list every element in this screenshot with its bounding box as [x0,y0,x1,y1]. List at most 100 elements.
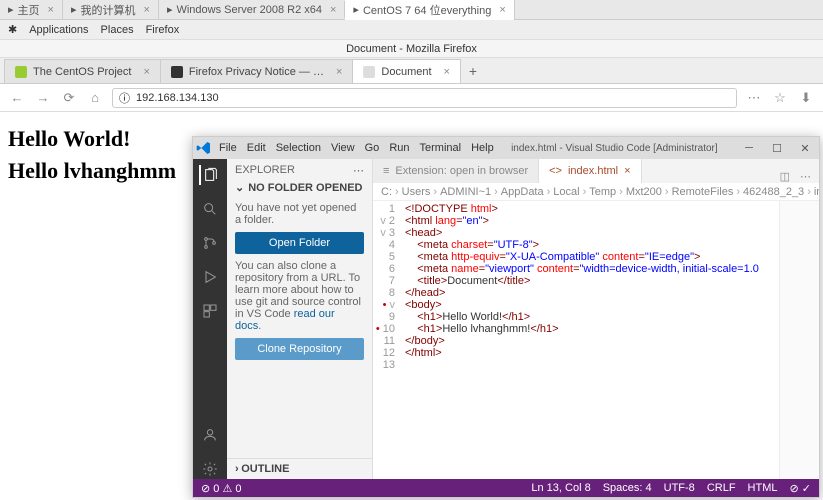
explorer-icon[interactable] [199,165,219,185]
outline-section[interactable]: › OUTLINE [227,458,372,479]
breadcrumb-item[interactable]: Local [553,186,579,198]
split-editor-icon[interactable]: ◫ [780,170,790,183]
code-editor[interactable]: 1v 2v 345678• v 9• 10111213 <!DOCTYPE ht… [373,201,819,479]
reload-button[interactable]: ⟳ [60,89,78,107]
line-gutter: 1v 2v 345678• v 9• 10111213 [373,201,401,479]
breadcrumb-item[interactable]: RemoteFiles [672,186,734,198]
minimize-button[interactable]: ─ [735,137,763,159]
status-feedback[interactable]: ⊘ ✓ [790,482,812,495]
firefox-toolbar: ← → ⟳ ⌂ ⓘ ⋯ ☆ ⬇ [0,84,823,112]
status-bar: ⊘ 0 ⚠ 0 Ln 13, Col 8 Spaces: 4 UTF-8 CRL… [193,479,819,497]
vscode-logo-icon [193,140,215,156]
status-eol[interactable]: CRLF [707,482,736,495]
breadcrumbs[interactable]: C:›Users›ADMINI~1›AppData›Local›Temp›Mxt… [373,183,819,201]
breadcrumb-item[interactable]: 462488_2_3 [743,186,804,198]
breadcrumb-item[interactable]: Mxt200 [626,186,662,198]
app-menu-icon: ✱ [8,23,17,36]
new-tab-button[interactable]: + [460,59,486,83]
sidebar-title: EXPLORER [235,164,295,176]
chevron-down-icon: ⌄ [235,181,244,194]
breadcrumb-item[interactable]: C: [381,186,392,198]
breadcrumb-item[interactable]: Users [402,186,431,198]
editor-tab[interactable]: <>index.html× [539,159,641,183]
close-tab-icon[interactable]: × [624,165,630,177]
menu-view[interactable]: View [331,142,355,154]
breadcrumb-item[interactable]: index.html [814,186,819,198]
activity-bar [193,159,227,479]
maximize-button[interactable]: ☐ [763,137,791,159]
forward-button[interactable]: → [34,89,52,107]
editor-area: ≡Extension: open in browser<>index.html×… [373,159,819,479]
close-tab-icon[interactable]: × [48,4,54,16]
sidebar-more-icon[interactable]: ⋯ [353,164,364,177]
editor-tab-bar: ≡Extension: open in browser<>index.html×… [373,159,819,183]
menu-go[interactable]: Go [365,142,380,154]
browser-tab[interactable]: Firefox Privacy Notice — …× [160,59,354,83]
site-info-icon[interactable]: ⓘ [119,90,130,106]
status-language[interactable]: HTML [748,482,778,495]
chevron-right-icon: › [235,463,239,475]
menu-edit[interactable]: Edit [247,142,266,154]
menu-applications[interactable]: Applications [29,24,88,36]
menu-selection[interactable]: Selection [276,142,321,154]
browser-tab[interactable]: Document× [352,59,461,83]
breadcrumb-item[interactable]: ADMINI~1 [440,186,491,198]
extensions-icon[interactable] [200,301,220,321]
url-input[interactable] [136,92,730,104]
system-tab[interactable]: ▸主页× [0,0,63,20]
close-tab-icon[interactable]: × [444,66,450,78]
breadcrumb-item[interactable]: AppData [501,186,544,198]
clone-repository-button[interactable]: Clone Repository [235,338,364,360]
minimap[interactable] [779,201,819,479]
vscode-title-text: index.html - Visual Studio Code [Adminis… [494,143,735,154]
url-bar[interactable]: ⓘ [112,88,737,108]
settings-icon[interactable] [200,459,220,479]
account-icon[interactable] [200,425,220,445]
close-tab-icon[interactable]: × [499,4,505,16]
downloads-icon[interactable]: ⬇ [797,89,815,107]
status-cursor[interactable]: Ln 13, Col 8 [531,482,590,495]
more-actions-icon[interactable]: ⋯ [800,170,811,183]
close-button[interactable]: ✕ [791,137,819,159]
code-lines[interactable]: <!DOCTYPE html><html lang="en"><head> <m… [401,201,779,479]
browser-tab[interactable]: The CentOS Project× [4,59,161,83]
system-tab[interactable]: ▸我的计算机× [63,0,159,20]
sidebar: EXPLORER ⋯ ⌄ NO FOLDER OPENED You have n… [227,159,373,479]
sidebar-section-header[interactable]: ⌄ NO FOLDER OPENED [227,181,372,194]
menu-places[interactable]: Places [101,24,134,36]
favicon [363,66,375,78]
menu-terminal[interactable]: Terminal [420,142,462,154]
close-tab-icon[interactable]: × [336,66,342,78]
back-button[interactable]: ← [8,89,26,107]
breadcrumb-item[interactable]: Temp [589,186,616,198]
file-icon: ≡ [383,165,389,177]
file-icon: <> [549,165,562,177]
vscode-titlebar[interactable]: File Edit Selection View Go Run Terminal Help i… [193,137,819,159]
close-tab-icon[interactable]: × [330,4,336,16]
favicon [15,66,27,78]
bookmark-icon[interactable]: ☆ [771,89,789,107]
favicon [171,66,183,78]
close-tab-icon[interactable]: × [143,66,149,78]
menu-firefox[interactable]: Firefox [146,24,180,36]
run-debug-icon[interactable] [200,267,220,287]
firefox-window-title: Document - Mozilla Firefox [0,40,823,58]
menu-help[interactable]: Help [471,142,494,154]
firefox-tab-bar: The CentOS Project×Firefox Privacy Notic… [0,58,823,84]
home-button[interactable]: ⌂ [86,89,104,107]
page-actions-icon[interactable]: ⋯ [745,89,763,107]
menu-run[interactable]: Run [389,142,409,154]
status-problems[interactable]: ⊘ 0 ⚠ 0 [201,482,241,495]
source-control-icon[interactable] [200,233,220,253]
search-icon[interactable] [200,199,220,219]
gnome-menubar: ✱ Applications Places Firefox [0,20,823,40]
close-tab-icon[interactable]: × [144,4,150,16]
system-tab[interactable]: ▸Windows Server 2008 R2 x64× [159,1,345,18]
open-folder-button[interactable]: Open Folder [235,232,364,254]
system-tab-bar: ▸主页×▸我的计算机×▸Windows Server 2008 R2 x64×▸… [0,0,823,20]
status-encoding[interactable]: UTF-8 [664,482,695,495]
status-indent[interactable]: Spaces: 4 [603,482,652,495]
menu-file[interactable]: File [219,142,237,154]
system-tab[interactable]: ▸CentOS 7 64 位everything× [345,0,514,20]
editor-tab[interactable]: ≡Extension: open in browser [373,159,539,183]
